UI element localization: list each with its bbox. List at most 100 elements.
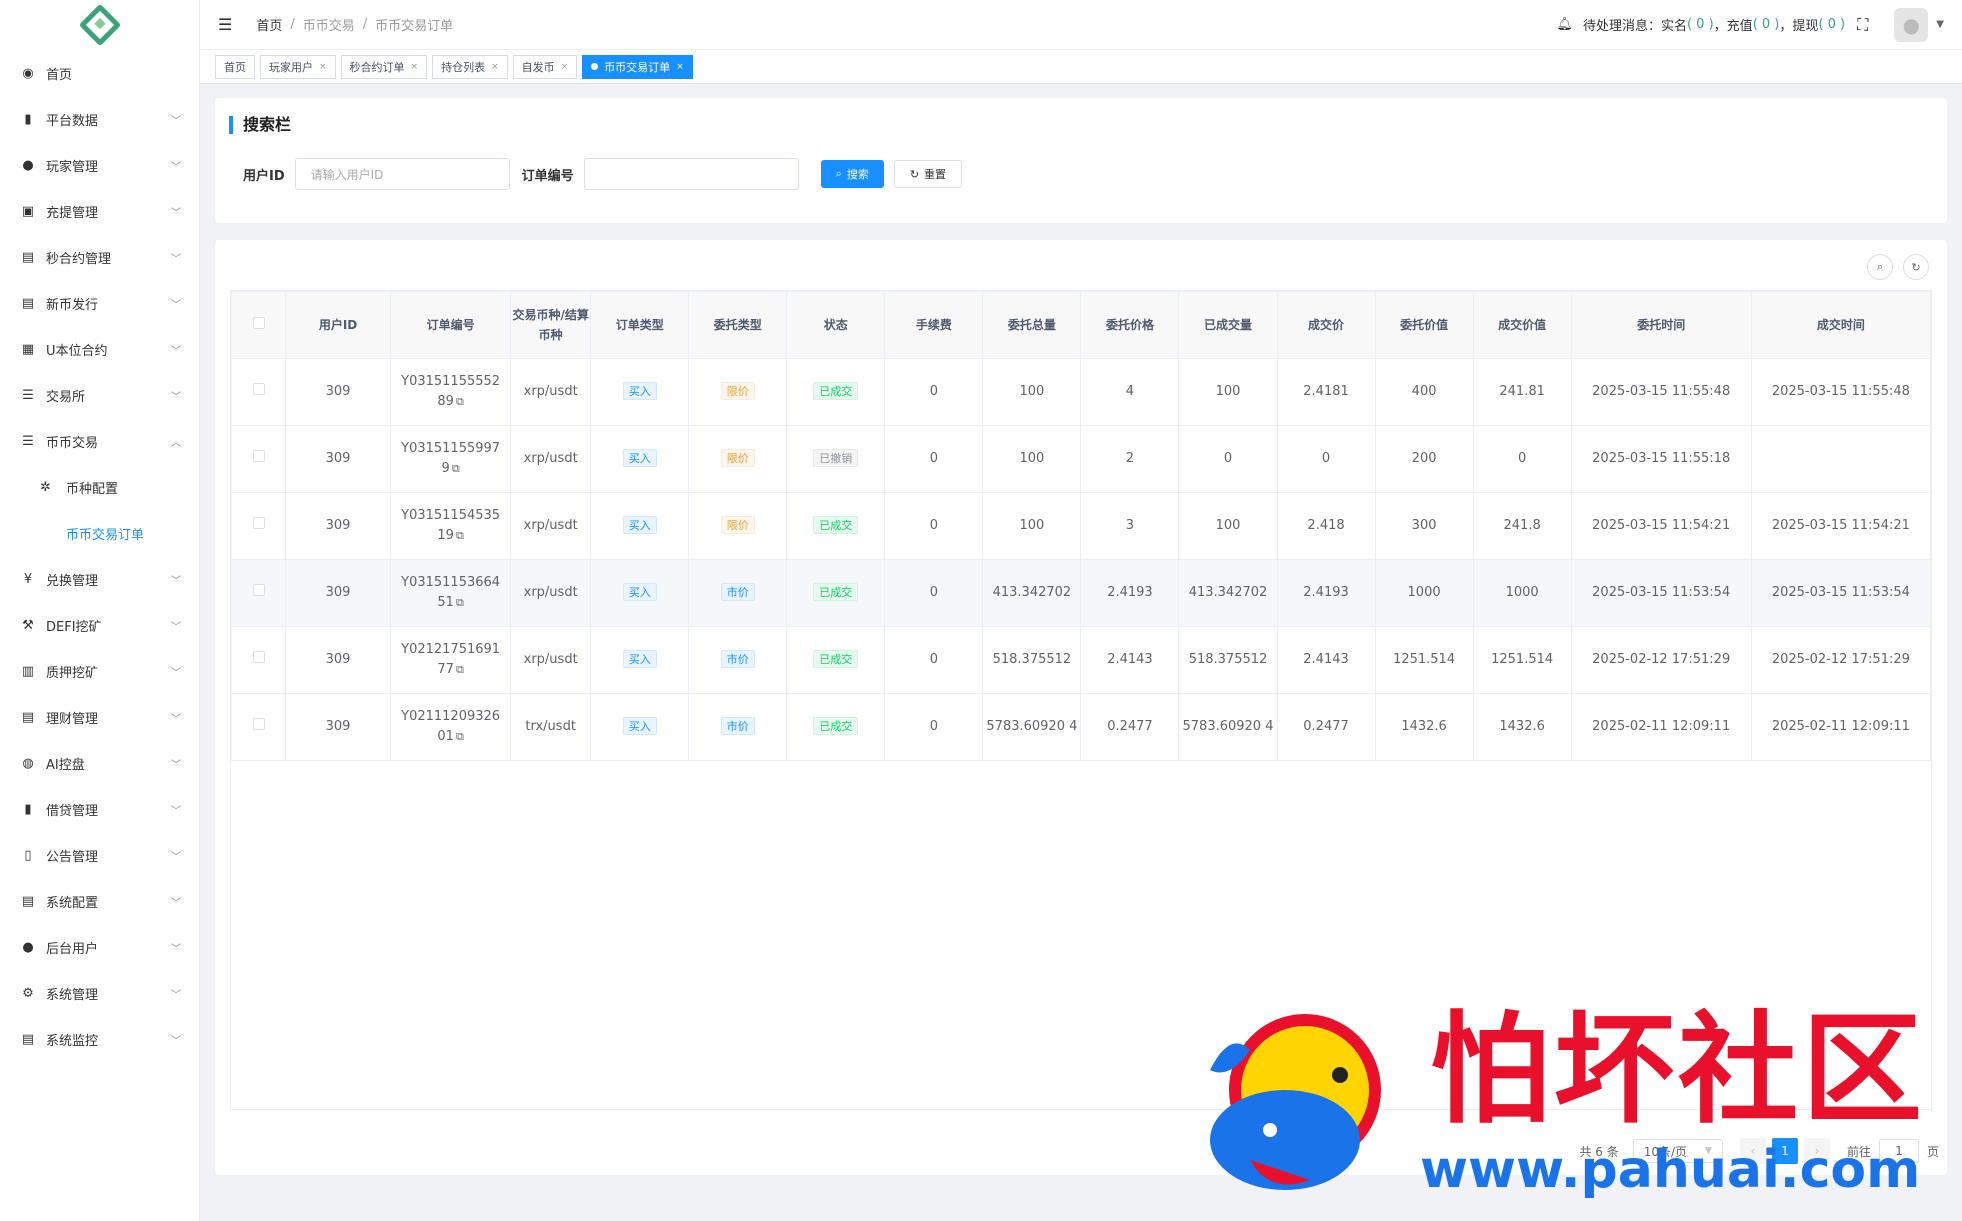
order-no-input[interactable]	[583, 158, 799, 190]
order-type-cell: 买入	[590, 492, 690, 560]
copy-icon[interactable]: ⧉	[456, 596, 464, 609]
refresh-button[interactable]: ↻	[1903, 254, 1929, 280]
entrust-type-badge: 限价	[720, 382, 755, 400]
withdraw-link[interactable]: 提现	[1792, 15, 1818, 34]
table-row[interactable]: 309 Y03151155997 9 ⧉ xrp/usdt 买入 限价 已撤销 0 100 2 0 0 2…	[230, 425, 1932, 493]
close-icon[interactable]: ×	[491, 62, 499, 72]
sidebar-item-document[interactable]: ▤ 理财管理 ﹀	[0, 694, 199, 740]
total: 5783.60920 4	[986, 719, 1078, 734]
sidebar-subitem-active[interactable]: 币币交易订单	[0, 510, 199, 556]
price: 0.2477	[1107, 719, 1153, 734]
sidebar-item-list[interactable]: ☰ 交易所 ﹀	[0, 372, 199, 418]
reset-button[interactable]: ↻ 重置	[893, 160, 963, 188]
total: 100	[1019, 518, 1045, 533]
select-all-checkbox[interactable]	[252, 317, 265, 329]
sidebar-item-chart[interactable]: ▤ 秒合约管理 ﹀	[0, 234, 199, 280]
hamburger-icon[interactable]: ☰	[218, 15, 232, 34]
tab-tag[interactable]: 秒合约订单 ×	[340, 54, 428, 79]
close-icon[interactable]: ×	[561, 62, 569, 72]
copy-icon[interactable]: ⧉	[456, 395, 464, 408]
price-cell: 2	[1080, 425, 1180, 493]
column-header: 手续费	[884, 291, 984, 359]
sidebar-item-yen[interactable]: ¥ 兑换管理 ﹀	[0, 556, 199, 602]
table-row[interactable]: 309 Y02111209326 01 ⧉ trx/usdt 买入 市价 已成交 0 5783.6…	[230, 693, 1932, 761]
price: 4	[1125, 384, 1135, 399]
sidebar-item-miner[interactable]: ⚒ DEFI挖矿 ﹀	[0, 602, 199, 648]
logo[interactable]	[0, 0, 199, 50]
withdraw-count[interactable]: ( 0 )	[1818, 17, 1845, 32]
recharge-link[interactable]: 充值	[1727, 15, 1753, 34]
sidebar-item-bar-chart[interactable]: ▥ 质押挖矿 ﹀	[0, 648, 199, 694]
close-icon[interactable]: ×	[676, 62, 684, 72]
fullscreen-icon[interactable]: ⛶	[1857, 15, 1868, 35]
deal-value-cell: 1251.514	[1472, 626, 1572, 694]
breadcrumb-home[interactable]: 首页	[256, 15, 282, 34]
user-id-input[interactable]: 请输入用户ID	[294, 158, 510, 190]
realname-link[interactable]: 实名	[1661, 15, 1687, 34]
order-no-cell: Y03151154535 19 ⧉	[390, 492, 512, 560]
recharge-count[interactable]: ( 0 )	[1753, 17, 1780, 32]
table-body: 309 Y03151155552 89 ⧉ xrp/usdt 买入 限价 已成交 0 100 4 10…	[230, 358, 1932, 761]
sidebar-item-book[interactable]: ▮ 平台数据 ﹀	[0, 96, 199, 142]
filled: 518.375512	[1188, 652, 1268, 667]
bell-icon[interactable]: 🔔︎	[1556, 17, 1573, 32]
chevron-down-icon: ﹀	[171, 575, 181, 587]
caret-down-icon[interactable]: ▼	[1936, 19, 1944, 30]
sidebar-item-grid[interactable]: ▦ U本位合约 ﹀	[0, 326, 199, 372]
table-row[interactable]: 309 Y03151155552 89 ⧉ xrp/usdt 买入 限价 已成交 0 100 4 10…	[230, 358, 1932, 426]
row-checkbox[interactable]	[252, 584, 265, 596]
sidebar-item-newspaper[interactable]: ▤ 新币发行 ﹀	[0, 280, 199, 326]
row-checkbox[interactable]	[252, 383, 265, 395]
tab-tag[interactable]: 玩家用户 ×	[260, 54, 336, 79]
fee-cell: 0	[884, 693, 984, 761]
tab-tag[interactable]: 持仓列表 ×	[432, 54, 508, 79]
deal-time-cell: 2025-03-15 11:53:54	[1750, 559, 1932, 627]
copy-icon[interactable]: ⧉	[452, 462, 460, 475]
chevron-down-icon: ﹀	[171, 345, 181, 357]
row-checkbox[interactable]	[252, 450, 265, 462]
document-icon: ▤	[21, 893, 35, 909]
sidebar-subitem[interactable]: ✲ 币种配置	[0, 464, 199, 510]
copy-icon[interactable]: ⧉	[456, 730, 464, 743]
realname-count[interactable]: ( 0 )	[1687, 17, 1714, 32]
orders-table: 用户ID 订单编号 交易币种/结算币种 订单类型 委托类型 状态 手续费 委托总量 委托价格 已成…	[230, 291, 1932, 761]
close-icon[interactable]: ×	[411, 62, 419, 72]
table-row[interactable]: 309 Y03151153664 51 ⧉ xrp/usdt 买入 市价 已成交 0 413.34…	[230, 559, 1932, 627]
tab-tag[interactable]: 币币交易订单 ×	[582, 54, 693, 79]
deal-time-cell: 2025-02-11 12:09:11	[1750, 693, 1932, 761]
sidebar-item-user[interactable]: ● 玩家管理 ﹀	[0, 142, 199, 188]
sidebar-item-robot[interactable]: ◍ AI控盘 ﹀	[0, 740, 199, 786]
row-checkbox[interactable]	[252, 718, 265, 730]
chevron-down-icon: ﹀	[171, 391, 181, 403]
copy-icon[interactable]: ⧉	[456, 529, 464, 542]
tab-tag[interactable]: 首页	[215, 54, 255, 79]
row-checkbox[interactable]	[252, 517, 265, 529]
sidebar-item-label: 后台用户	[46, 941, 99, 957]
tab-tag[interactable]: 自发币 ×	[512, 54, 578, 79]
user-id: 309	[325, 719, 351, 734]
sidebar-item-document[interactable]: ▤ 系统配置 ﹀	[0, 878, 199, 924]
copy-icon[interactable]: ⧉	[456, 663, 464, 676]
sidebar-item-gear[interactable]: ⚙ 系统管理 ﹀	[0, 970, 199, 1016]
sidebar-item-monitor[interactable]: ▤ 系统监控 ﹀	[0, 1016, 199, 1062]
sidebar-item-label: 系统配置	[46, 895, 99, 911]
sidebar-item-open-book[interactable]: ▯ 公告管理 ﹀	[0, 832, 199, 878]
sidebar-item-book[interactable]: ▮ 借贷管理 ﹀	[0, 786, 199, 832]
close-icon[interactable]: ×	[319, 62, 327, 72]
table-row[interactable]: 309 Y03151154535 19 ⧉ xrp/usdt 买入 限价 已成交 0 100 3 10…	[230, 492, 1932, 560]
fee-cell: 0	[884, 425, 984, 493]
search-button[interactable]: ⌕ 搜索	[820, 160, 884, 188]
sidebar-item-users[interactable]: ● 后台用户 ﹀	[0, 924, 199, 970]
sidebar-item-list[interactable]: ☰ 币币交易 ︿	[0, 418, 199, 464]
fee-cell: 0	[884, 626, 984, 694]
row-checkbox[interactable]	[252, 651, 265, 663]
list-icon: ☰	[22, 387, 34, 403]
sidebar-item-copy[interactable]: ▣ 充提管理 ﹀	[0, 188, 199, 234]
order-no-line2: 19	[437, 528, 454, 543]
sidebar-item-dashboard[interactable]: ◉ 首页	[0, 50, 199, 96]
toggle-search-button[interactable]: ⌕	[1867, 254, 1893, 280]
order-no-cell: Y03151155997 9 ⧉	[390, 425, 512, 493]
table-row[interactable]: 309 Y02121751691 77 ⧉ xrp/usdt 买入 市价 已成交 0 518.37…	[230, 626, 1932, 694]
breadcrumb-coin-trade[interactable]: 币币交易	[303, 15, 355, 34]
avatar[interactable]: ●	[1894, 7, 1929, 42]
